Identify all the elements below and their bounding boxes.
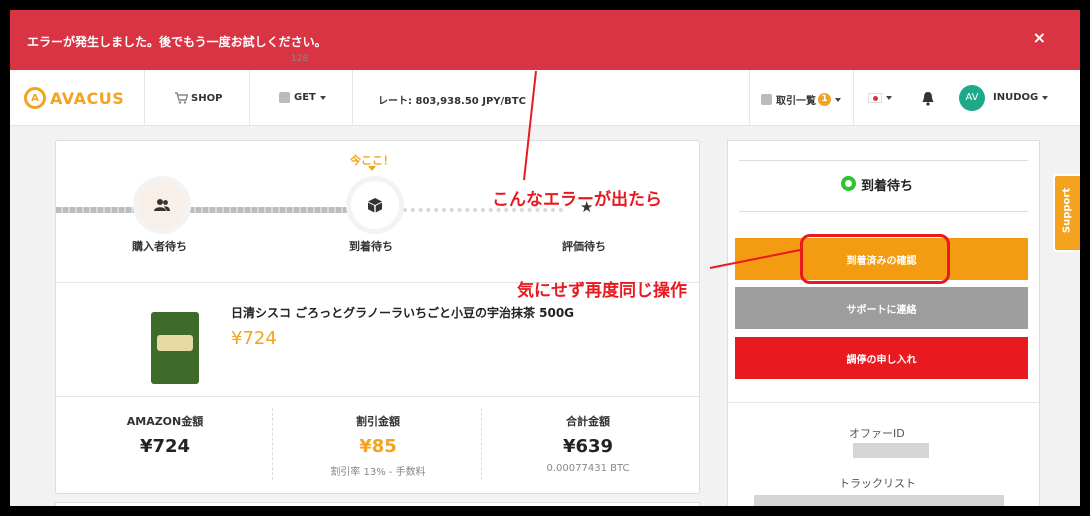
annotation-arrow-error — [523, 70, 537, 181]
app-window: エラーが発生しました。後でもう一度お試しください。 × A AVACUS SHO… — [10, 10, 1080, 506]
annotation-arrow-action — [709, 249, 801, 269]
annotation-action-note: 気にせず再度同じ操作 — [517, 281, 687, 301]
annotation-error-note: こんなエラーが出たら — [492, 190, 662, 210]
annotation-highlight — [800, 234, 950, 284]
